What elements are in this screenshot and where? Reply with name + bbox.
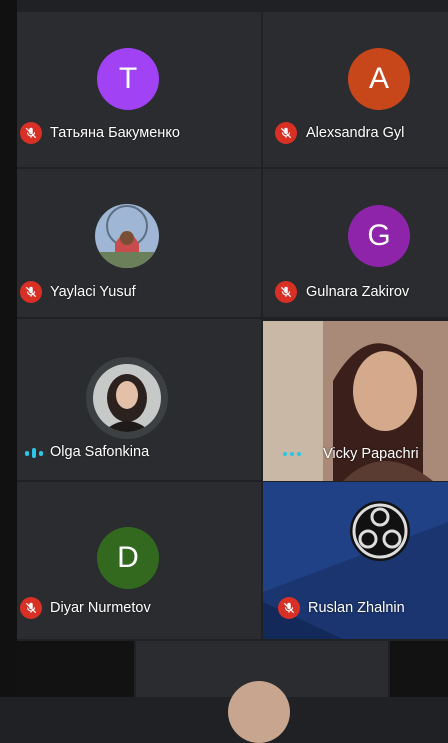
mic-off-icon — [20, 597, 42, 619]
participant-video-tile[interactable]: Ruslan Zhalnin — [263, 482, 448, 639]
participant-tile[interactable]: A Alexsandra Gyl — [263, 12, 448, 167]
bottom-tile-right — [390, 641, 448, 697]
participant-tile[interactable]: Olga Safonkina — [17, 319, 261, 480]
participant-name: Alexsandra Gyl — [306, 125, 405, 141]
mic-off-icon — [20, 281, 42, 303]
participant-name: Vicky Papachri — [323, 446, 419, 462]
window-edge — [0, 0, 17, 697]
avatar: A — [348, 48, 410, 110]
avatar — [93, 364, 161, 432]
audio-level-icon — [25, 448, 43, 458]
participant-video-tile[interactable]: Vicky Papachri — [263, 321, 448, 481]
participant-tile[interactable]: D Diyar Nurmetov — [17, 482, 261, 639]
participant-tile[interactable]: T Татьяна Бакуменко — [17, 12, 261, 167]
mic-off-icon — [20, 122, 42, 144]
participant-name: Diyar Nurmetov — [50, 600, 151, 616]
participant-tile[interactable]: Yaylaci Yusuf — [17, 169, 261, 317]
bottom-tile-left — [17, 641, 134, 697]
mic-off-icon — [275, 122, 297, 144]
participant-name: Ruslan Zhalnin — [308, 600, 405, 616]
avatar — [228, 681, 290, 743]
bottom-tile-center[interactable] — [136, 641, 388, 743]
participant-name: Gulnara Zakirov — [306, 284, 410, 300]
avatar: G — [348, 205, 410, 267]
participant-tile[interactable]: G Gulnara Zakirov — [263, 169, 448, 317]
participant-name: Татьяна Бакуменко — [50, 125, 180, 141]
participant-name: Yaylaci Yusuf — [50, 284, 136, 300]
participant-name: Olga Safonkina — [50, 444, 150, 460]
audio-level-icon — [283, 452, 301, 456]
mic-off-icon — [278, 597, 300, 619]
avatar: D — [97, 527, 159, 589]
avatar: T — [97, 48, 159, 110]
avatar — [95, 204, 159, 268]
mic-off-icon — [275, 281, 297, 303]
obs-logo-icon — [348, 499, 412, 563]
